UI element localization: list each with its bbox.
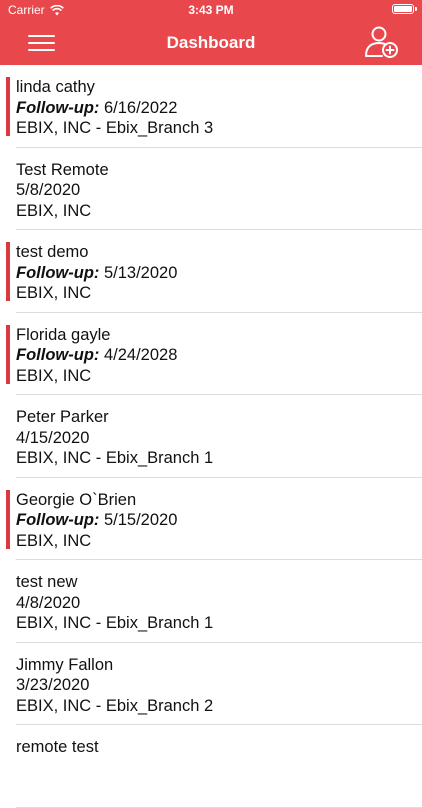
follow-up-indicator <box>6 242 10 301</box>
list-item[interactable]: test demo Follow-up: 5/13/2020 EBIX, INC <box>0 230 422 313</box>
contact-date: 4/15/2020 <box>16 428 90 447</box>
company-name: EBIX, INC <box>16 284 92 302</box>
contact-date: 6/16/2022 <box>103 98 178 117</box>
list-item[interactable]: Georgie O`Brien Follow-up: 5/15/2020 EBIX,… <box>0 478 422 560</box>
company-name: EBIX, INC - Ebix_Branch 3 <box>16 119 214 137</box>
company-name: EBIX, INC <box>16 366 92 385</box>
date-line: Follow-up: 6/16/2022 <box>16 98 213 119</box>
follow-up-indicator <box>6 324 10 384</box>
status-bar: Carrier 3:43 PM <box>0 0 422 20</box>
follow-up-label: Follow-up: <box>16 98 100 117</box>
company-name: EBIX, INC - Ebix_Branch 2 <box>16 696 214 715</box>
list-item[interactable]: Peter Parker 4/15/2020 EBIX, INC - Ebix_Br… <box>0 395 422 478</box>
company-name: EBIX, INC <box>16 531 92 550</box>
divider <box>16 806 422 808</box>
contact-name: remote test <box>16 738 99 756</box>
contact-date: 4/24/2028 <box>103 346 178 364</box>
date-line: Follow-up: 4/24/2028 <box>16 345 177 366</box>
contact-name: test demo <box>16 243 89 261</box>
navigation-bar: Dashboard <box>0 20 422 65</box>
follow-up-indicator <box>6 77 10 136</box>
date-line: 5/8/2020 <box>16 180 109 201</box>
follow-up-label: Follow-up: <box>16 511 100 529</box>
dashboard-list: linda cathy Follow-up: 6/16/2022 EBIX, INC… <box>0 65 422 808</box>
contact-date: 3/23/2020 <box>16 676 90 694</box>
contact-date: 5/13/2020 <box>103 263 178 282</box>
company-name: EBIX, INC - Ebix_Branch 1 <box>16 614 214 632</box>
contact-name: Peter Parker <box>16 408 109 426</box>
date-line: Follow-up: 5/15/2020 <box>16 510 177 531</box>
follow-up-label: Follow-up: <box>16 346 100 364</box>
add-user-icon <box>365 26 398 58</box>
contact-name: Georgie O`Brien <box>16 490 137 509</box>
contact-date: 4/8/2020 <box>16 593 81 612</box>
follow-up-label: Follow-up: <box>16 263 100 282</box>
list-item[interactable]: Test Remote 5/8/2020 EBIX, INC <box>0 148 422 230</box>
contact-date: 5/8/2020 <box>16 181 81 199</box>
list-item[interactable]: test new 4/8/2020 EBIX, INC - Ebix_Branch … <box>0 560 422 643</box>
contact-name: linda cathy <box>16 78 95 96</box>
company-name: EBIX, INC <box>16 201 92 220</box>
date-line: 3/23/2020 <box>16 675 213 696</box>
contact-name: test new <box>16 573 78 591</box>
clock: 3:43 PM <box>188 3 234 17</box>
list-item[interactable]: Florida gayle Follow-up: 4/24/2028 EBIX, I… <box>0 313 422 395</box>
contact-name: Test Remote <box>16 160 109 179</box>
page-title: Dashboard <box>166 33 256 52</box>
battery-icon <box>392 4 417 14</box>
date-line: 4/15/2020 <box>16 428 213 449</box>
list-item[interactable]: Jimmy Fallon 3/23/2020 EBIX, INC - Ebix_Br… <box>0 643 422 725</box>
list-item[interactable]: linda cathy Follow-up: 6/16/2022 EBIX, INC… <box>0 65 422 148</box>
list-item[interactable]: remote test <box>0 725 422 808</box>
contact-name: Florida gayle <box>16 325 111 344</box>
date-line: Follow-up: 5/13/2020 <box>16 263 177 284</box>
company-name: EBIX, INC - Ebix_Branch 1 <box>16 449 214 467</box>
contact-date: 5/15/2020 <box>103 511 178 529</box>
follow-up-indicator <box>6 489 10 549</box>
add-user-button[interactable] <box>362 24 400 60</box>
date-line: 4/8/2020 <box>16 593 213 614</box>
contact-name: Jimmy Fallon <box>16 655 114 674</box>
